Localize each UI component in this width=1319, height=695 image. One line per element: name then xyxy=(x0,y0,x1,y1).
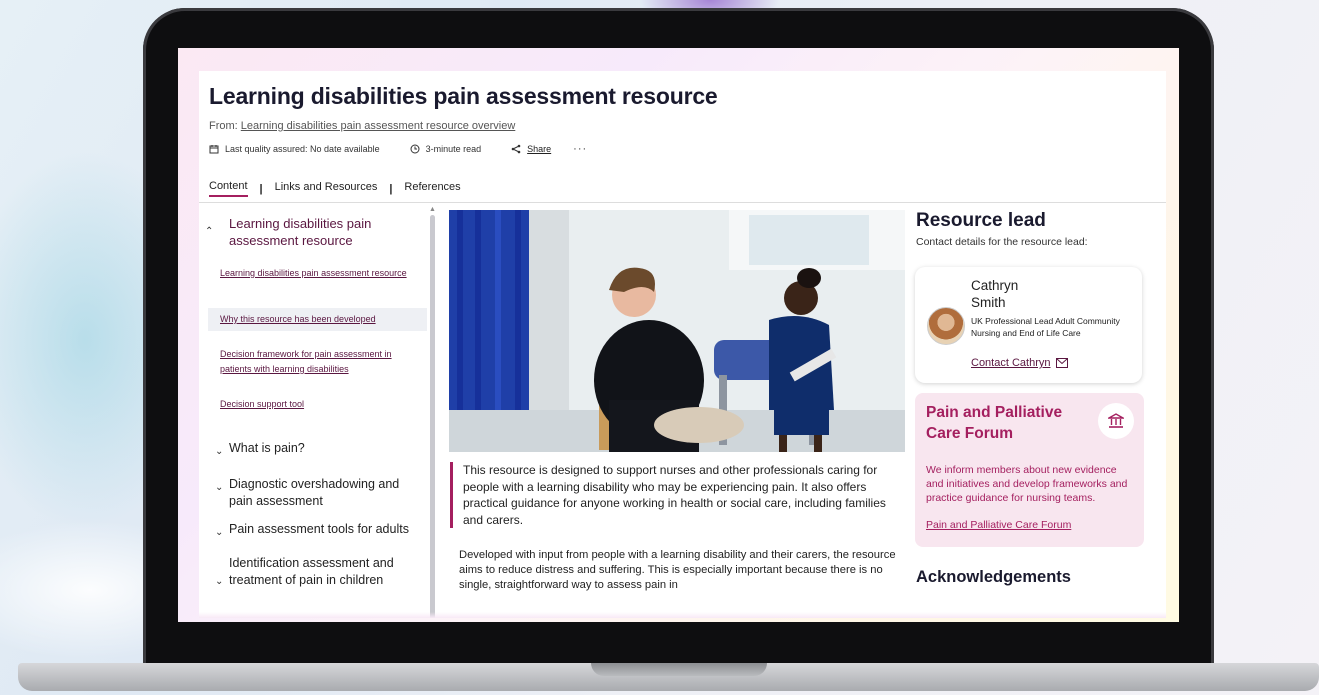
resource-lead-title: Resource lead xyxy=(916,210,1046,231)
nav-section[interactable]: Identification assessment and treatment … xyxy=(229,555,424,589)
chevron-down-icon[interactable]: ⌄ xyxy=(215,482,223,493)
avatar xyxy=(927,307,965,345)
more-options-icon[interactable]: ··· xyxy=(573,143,587,155)
nav-heading[interactable]: Learning disabilities pain assessment re… xyxy=(229,215,419,249)
chevron-down-icon[interactable]: ⌄ xyxy=(215,446,223,457)
read-time-text: 3-minute read xyxy=(425,144,482,154)
chevron-down-icon[interactable]: ⌄ xyxy=(215,527,223,538)
contact-link[interactable]: Contact Cathryn xyxy=(971,357,1069,369)
nav-section[interactable]: Pain assessment tools for adults xyxy=(229,521,424,538)
body-paragraph: Developed with input from people with a … xyxy=(459,549,896,591)
institution-icon xyxy=(1098,403,1134,439)
page-title: Learning disabilities pain assessment re… xyxy=(209,83,718,109)
web-page: Learning disabilities pain assessment re… xyxy=(199,71,1166,618)
laptop-notch xyxy=(591,663,767,676)
screen-edge-fade xyxy=(199,612,1166,618)
nav-sub-item[interactable]: Decision framework for pain assessment i… xyxy=(220,347,415,377)
nav-sub-item-active[interactable]: Why this resource has been developed xyxy=(208,308,427,331)
tab-references[interactable]: References xyxy=(404,181,460,196)
resource-lead-subtitle: Contact details for the resource lead: xyxy=(916,236,1088,248)
tab-links-and-resources[interactable]: Links and Resources xyxy=(275,181,378,196)
hero-image xyxy=(449,210,905,452)
chevron-up-icon[interactable]: ⌃ xyxy=(205,226,213,237)
tab-separator: | xyxy=(389,182,393,195)
tab-bar: Content | Links and Resources | Referenc… xyxy=(209,180,461,197)
nurse-consultation-illustration xyxy=(449,210,905,452)
envelope-icon xyxy=(1056,358,1069,368)
chevron-down-icon[interactable]: ⌄ xyxy=(215,576,223,587)
read-time: 3-minute read xyxy=(410,144,482,154)
from-line: From: Learning disabilities pain assessm… xyxy=(209,120,515,132)
forum-link[interactable]: Pain and Palliative Care Forum xyxy=(926,519,1071,531)
clock-icon xyxy=(410,144,420,154)
nav-sub-item[interactable]: Learning disabilities pain assessment re… xyxy=(220,266,415,281)
share-icon xyxy=(511,144,521,154)
tab-separator: | xyxy=(259,182,263,195)
share-label: Share xyxy=(527,144,552,154)
nav-section[interactable]: Diagnostic overshadowing and pain assess… xyxy=(229,476,424,510)
forum-title: Pain and Palliative Care Forum xyxy=(926,404,1063,442)
contact-link-label: Contact Cathryn xyxy=(971,357,1051,369)
quality-text: Last quality assured: No date available xyxy=(225,144,380,154)
nav-scrollbar[interactable] xyxy=(430,215,435,618)
scroll-up-arrow-icon[interactable]: ▲ xyxy=(429,206,436,213)
from-prefix: From: xyxy=(209,120,241,132)
forum-card: Pain and Palliative Care Forum We inform… xyxy=(915,393,1144,547)
overview-link[interactable]: Learning disabilities pain assessment re… xyxy=(241,120,516,132)
meta-bar: Last quality assured: No date available … xyxy=(209,143,587,155)
share-button[interactable]: Share xyxy=(511,144,551,154)
contents-nav: ⌃ Learning disabilities pain assessment … xyxy=(199,210,427,618)
tab-content[interactable]: Content xyxy=(209,180,248,197)
contact-role: UK Professional Lead Adult Community Nur… xyxy=(971,316,1120,338)
calendar-icon xyxy=(209,145,219,154)
contact-card: Cathryn Smith UK Professional Lead Adult… xyxy=(915,267,1142,383)
forum-description: We inform members about new evidence and… xyxy=(926,464,1128,504)
contact-name: Cathryn Smith xyxy=(971,278,1019,310)
quality-assured: Last quality assured: No date available xyxy=(209,144,380,154)
nav-sub-item[interactable]: Decision support tool xyxy=(220,397,415,412)
tab-divider xyxy=(199,202,1166,203)
laptop-screen: Learning disabilities pain assessment re… xyxy=(178,48,1179,622)
nav-section[interactable]: What is pain? xyxy=(229,440,424,457)
intro-quote: This resource is designed to support nur… xyxy=(450,462,903,528)
acknowledgements-heading: Acknowledgements xyxy=(916,568,1071,586)
